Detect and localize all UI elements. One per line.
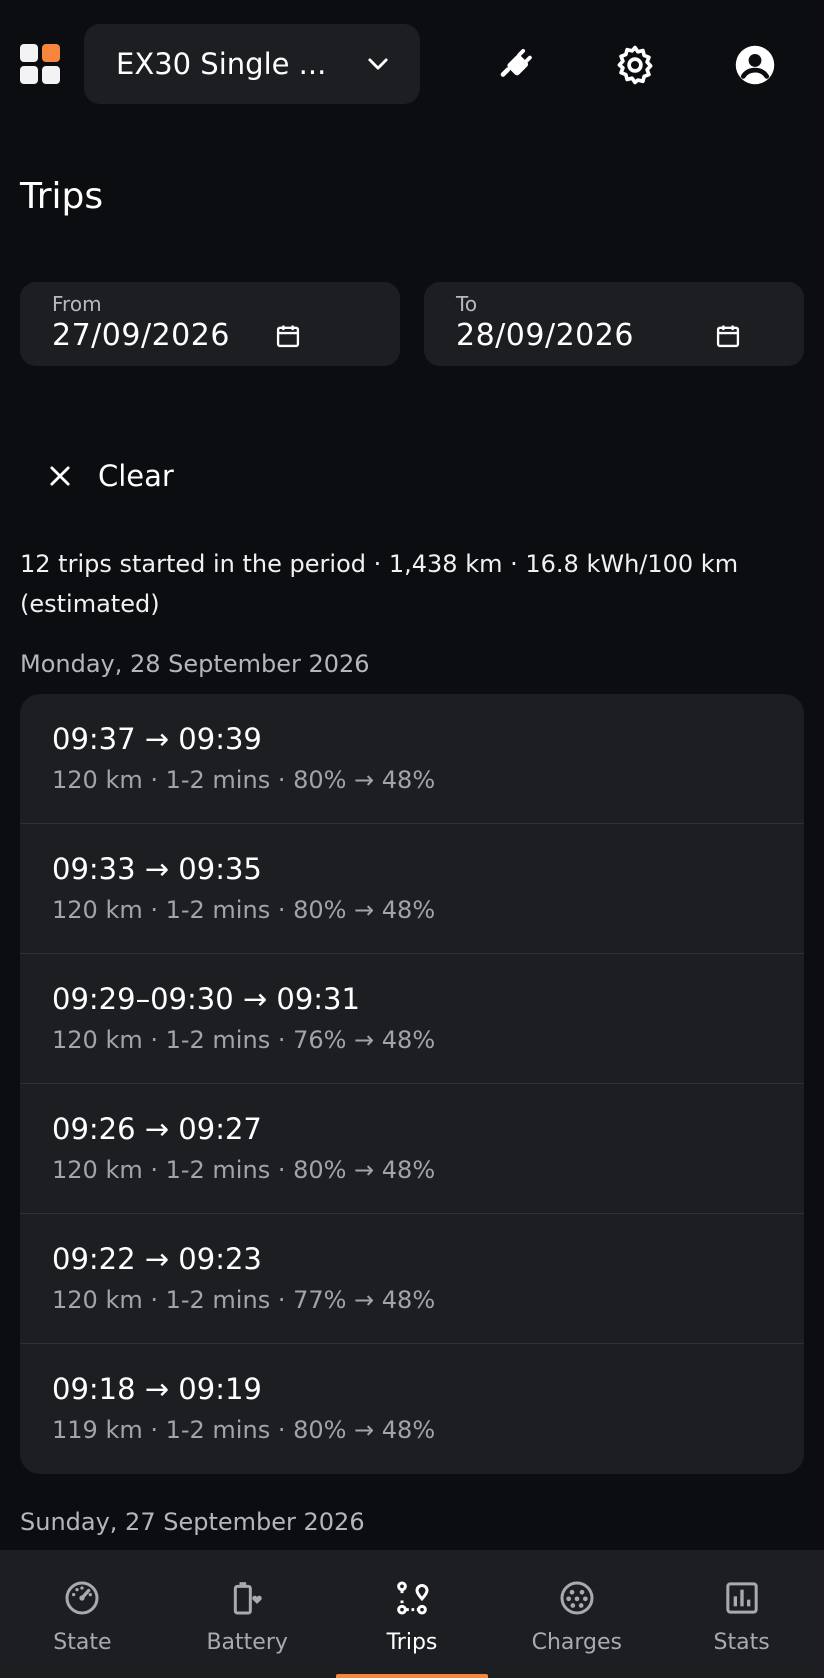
- list-item[interactable]: 09:37 → 09:39 120 km · 1-2 mins · 80% → …: [20, 694, 804, 824]
- vehicle-name: EX30 Single ...: [116, 47, 327, 81]
- day-header: Sunday, 27 September 2026: [20, 1508, 365, 1536]
- nav-label: Trips: [386, 1630, 438, 1655]
- nav-item-stats[interactable]: Stats: [659, 1550, 824, 1678]
- trip-details: 120 km · 1-2 mins · 80% → 48%: [52, 1156, 436, 1184]
- to-label: To: [456, 292, 478, 316]
- from-date-field[interactable]: From 27/09/2026: [20, 282, 400, 366]
- trip-time: 09:22 → 09:23: [52, 1242, 262, 1276]
- clear-filter-button[interactable]: Clear: [46, 452, 174, 500]
- gauge-icon: [62, 1578, 102, 1618]
- list-item[interactable]: 09:22 → 09:23 120 km · 1-2 mins · 77% → …: [20, 1214, 804, 1344]
- trip-details: 120 km · 1-2 mins · 80% → 48%: [52, 766, 436, 794]
- list-item[interactable]: 09:29–09:30 → 09:31 120 km · 1-2 mins · …: [20, 954, 804, 1084]
- day-header: Monday, 28 September 2026: [20, 650, 370, 678]
- to-date-field[interactable]: To 28/09/2026: [424, 282, 804, 366]
- gear-icon[interactable]: [612, 42, 658, 88]
- nav-item-charges[interactable]: Charges: [494, 1550, 659, 1678]
- battery-heart-icon: [227, 1578, 267, 1618]
- close-icon: [50, 466, 70, 486]
- nav-label: Battery: [206, 1630, 288, 1655]
- trip-time: 09:29–09:30 → 09:31: [52, 982, 360, 1016]
- chevron-down-icon: [368, 58, 388, 70]
- trip-time: 09:18 → 09:19: [52, 1372, 262, 1406]
- nav-item-battery[interactable]: Battery: [165, 1550, 330, 1678]
- account-icon[interactable]: [732, 42, 778, 88]
- trips-screen: EX30 Single ... Trips From 27/09/2026 To…: [0, 0, 824, 1678]
- route-icon: [392, 1578, 432, 1618]
- clear-label: Clear: [98, 459, 174, 493]
- trip-details: 120 km · 1-2 mins · 80% → 48%: [52, 896, 436, 924]
- calendar-icon[interactable]: [714, 322, 742, 350]
- page-title: Trips: [20, 176, 104, 217]
- trip-details: 120 km · 1-2 mins · 77% → 48%: [52, 1286, 436, 1314]
- nav-label: Stats: [713, 1630, 770, 1655]
- vehicle-selector[interactable]: EX30 Single ...: [84, 24, 420, 104]
- plug-icon[interactable]: [492, 42, 538, 88]
- calendar-icon[interactable]: [274, 322, 302, 350]
- top-app-bar: EX30 Single ...: [0, 0, 824, 128]
- list-item[interactable]: 09:26 → 09:27 120 km · 1-2 mins · 80% → …: [20, 1084, 804, 1214]
- list-item[interactable]: 09:18 → 09:19 119 km · 1-2 mins · 80% → …: [20, 1344, 804, 1474]
- bottom-navigation: State Battery Trips Charges Stats: [0, 1550, 824, 1678]
- trip-list: 09:37 → 09:39 120 km · 1-2 mins · 80% → …: [20, 694, 804, 1474]
- from-label: From: [52, 292, 102, 316]
- trip-details: 120 km · 1-2 mins · 76% → 48%: [52, 1026, 436, 1054]
- bar-chart-icon: [722, 1578, 762, 1618]
- list-item[interactable]: 09:33 → 09:35 120 km · 1-2 mins · 80% → …: [20, 824, 804, 954]
- active-tab-indicator: [335, 1674, 488, 1678]
- nav-label: State: [53, 1630, 112, 1655]
- trip-details: 119 km · 1-2 mins · 80% → 48%: [52, 1416, 436, 1444]
- trip-time: 09:26 → 09:27: [52, 1112, 262, 1146]
- period-summary: 12 trips started in the period · 1,438 k…: [20, 550, 739, 618]
- nav-label: Charges: [531, 1630, 622, 1655]
- trip-time: 09:33 → 09:35: [52, 852, 262, 886]
- nav-item-trips[interactable]: Trips: [330, 1550, 495, 1678]
- apps-grid-icon[interactable]: [20, 44, 60, 84]
- trip-time: 09:37 → 09:39: [52, 722, 262, 756]
- from-date-value: 27/09/2026: [52, 318, 230, 353]
- nav-item-state[interactable]: State: [0, 1550, 165, 1678]
- charge-connector-icon: [557, 1578, 597, 1618]
